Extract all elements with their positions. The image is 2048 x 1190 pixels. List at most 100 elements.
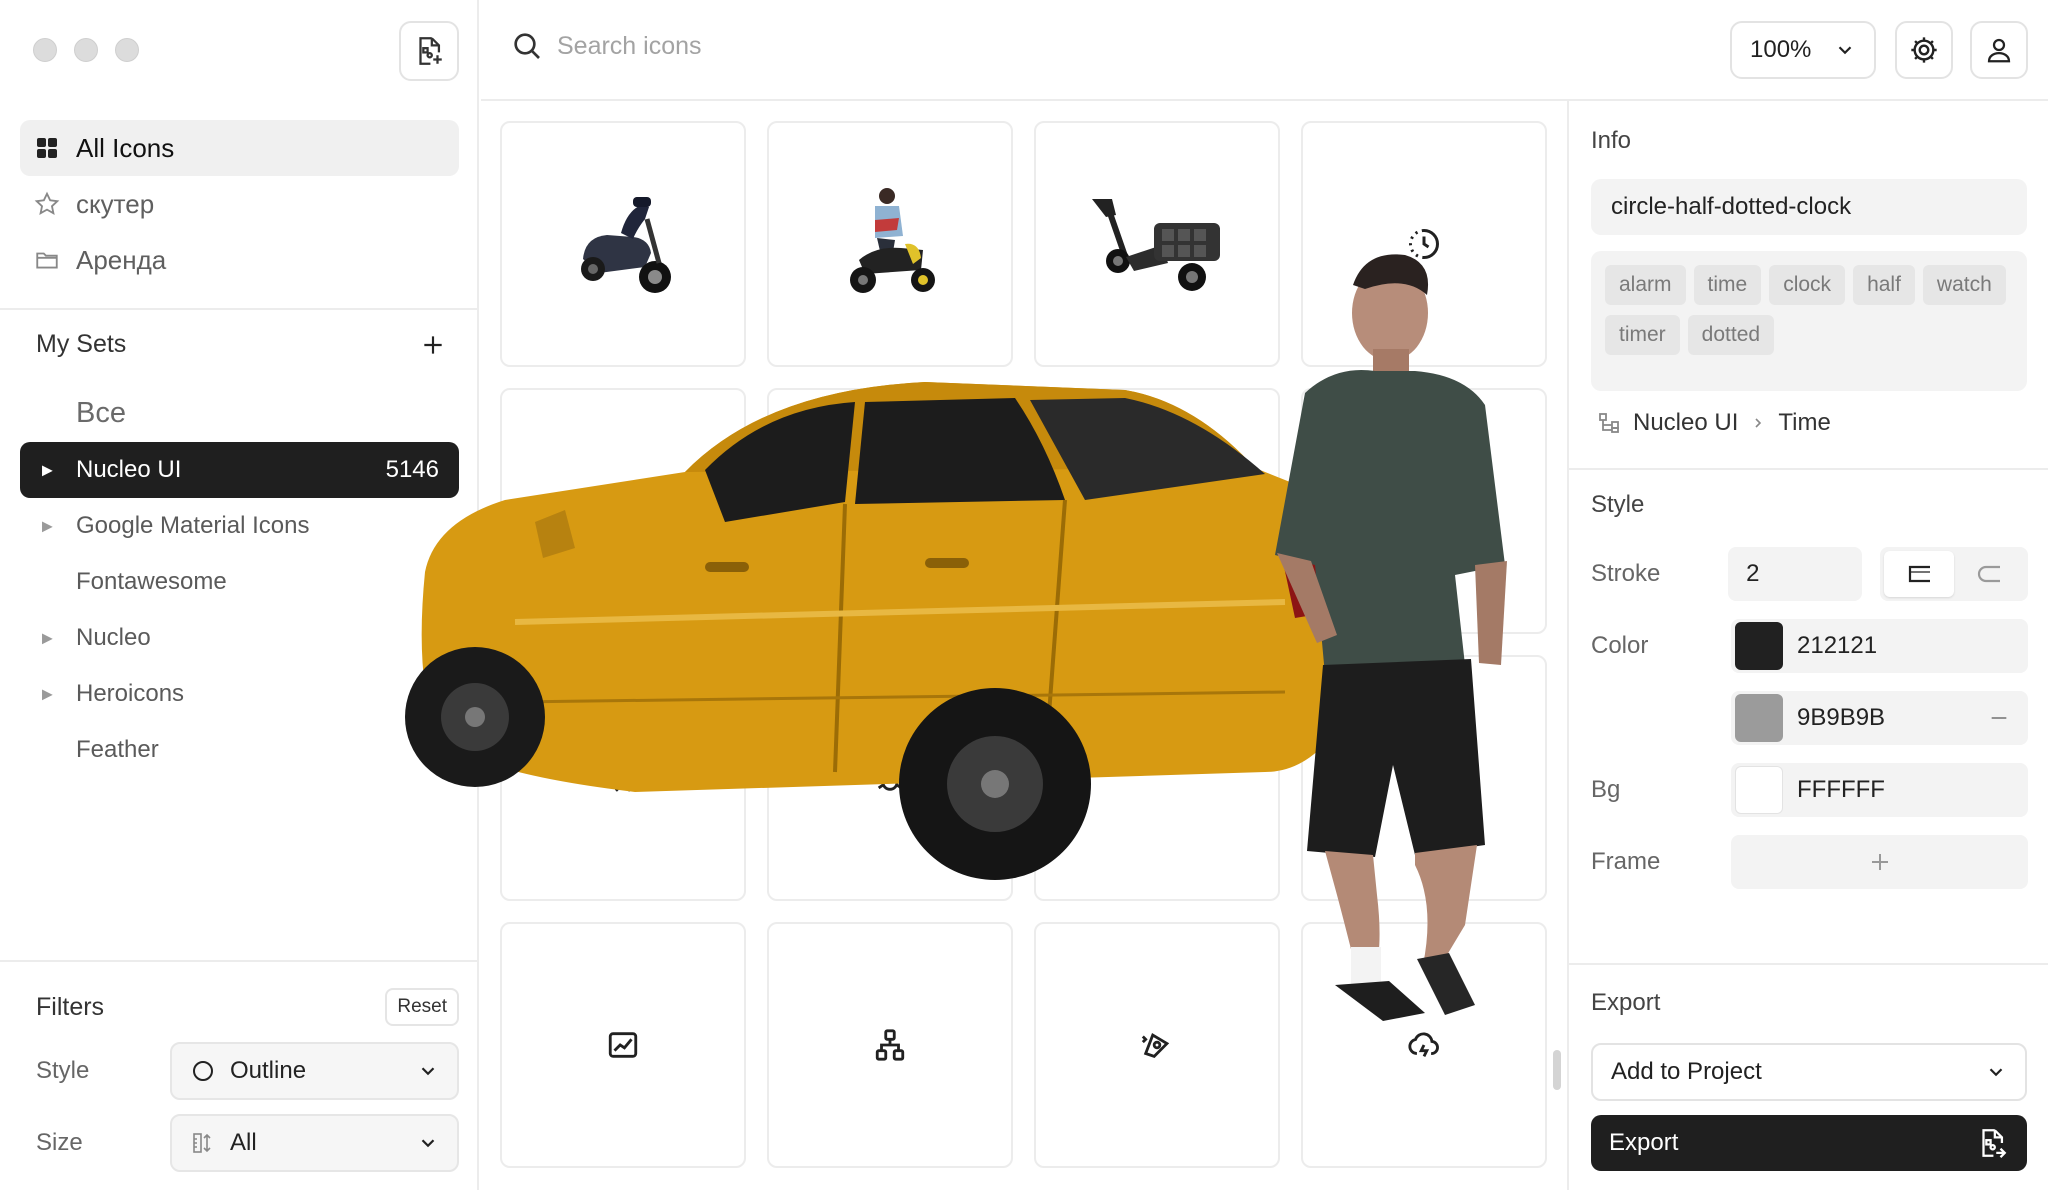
inspector-panel: Info circle-half-dotted-clock alarm time… [1567,101,2048,1190]
set-item-nucleo[interactable]: ▶ Nucleo [20,610,459,666]
circle-half-dotted-clock-icon [1409,229,1439,259]
set-item-all[interactable]: Все [20,384,459,442]
star-icon [34,191,60,217]
style-select[interactable]: Outline [170,1042,459,1100]
icon-tile[interactable] [767,121,1013,367]
round-cap-option[interactable] [1954,551,2024,597]
filters-title: Filters [36,992,105,1021]
plus-icon [1871,854,1888,870]
account-button[interactable] [1970,21,2028,79]
search-input[interactable] [557,31,1057,61]
export-button[interactable]: Export [1591,1115,2027,1171]
settings-button[interactable] [1895,21,1953,79]
icon-tile[interactable] [500,121,746,367]
nav-item-label: скутер [76,188,155,219]
icon-tile[interactable] [500,655,746,901]
cargo-scooter-image [1092,199,1220,291]
minimize-window-button[interactable] [74,38,98,62]
icon-tile[interactable] [1034,388,1280,634]
expand-arrow-icon[interactable]: ▶ [42,518,53,535]
stroke-input[interactable]: 2 [1728,547,1862,601]
icon-tile[interactable] [500,388,746,634]
size-select[interactable]: All [170,1114,459,1172]
hierarchy-icon [875,1029,905,1061]
export-target-value: Add to Project [1611,1058,1762,1085]
outline-circle-icon [190,1058,216,1084]
tag-chip[interactable]: watch [1922,265,2006,305]
icon-tile[interactable] [1034,121,1280,367]
icon-tile[interactable] [500,922,746,1168]
chart-frame-icon [608,1032,638,1058]
round-cap-icon [1977,565,2000,583]
filters-panel: Filters Reset Style Outline Size All [0,960,479,1190]
set-item-nucleo-ui[interactable]: ▶ Nucleo UI 5146 [20,442,459,498]
close-window-button[interactable] [33,38,57,62]
secondary-color-swatch[interactable] [1735,694,1783,742]
tag-chip[interactable]: clock [1769,265,1846,305]
pen-tool-icon [1141,1033,1170,1058]
tag-chip[interactable]: time [1693,265,1762,305]
expand-arrow-icon[interactable]: ▶ [42,630,53,647]
tag-chip[interactable]: alarm [1605,265,1686,305]
secondary-color-field[interactable]: 9B9B9B [1731,691,2028,745]
bg-label: Bg [1591,776,1621,803]
icon-tile[interactable] [1301,388,1547,634]
set-item-fontawesome[interactable]: Fontawesome [20,554,459,610]
set-item-heroicons[interactable]: ▶ Heroicons [20,666,459,722]
size-filter-row: Size All [36,1114,459,1172]
nav-item-scooter[interactable]: скутер [20,176,459,232]
nav-item-rental[interactable]: Аренда [20,232,459,288]
puzzle-icon [1408,762,1434,788]
icon-tile[interactable] [1301,922,1547,1168]
expand-arrow-icon[interactable]: ▶ [42,462,53,479]
icon-tile[interactable] [767,388,1013,634]
stroke-row: Stroke 2 [1591,547,2028,601]
nav-item-all-icons[interactable]: All Icons [20,120,459,176]
export-target-select[interactable]: Add to Project [1591,1043,2027,1101]
secondary-color-row: 9B9B9B [1591,691,2028,745]
icon-tile[interactable] [767,922,1013,1168]
zoom-select[interactable]: 100% [1730,21,1876,79]
tag-chip[interactable]: half [1853,265,1915,305]
add-frame-button[interactable] [1731,835,2028,889]
breadcrumb-category[interactable]: Time [1778,409,1830,437]
icon-tile[interactable] [767,655,1013,901]
primary-color-swatch[interactable] [1735,622,1783,670]
icon-tile[interactable] [1034,655,1280,901]
stroke-label: Stroke [1591,560,1661,587]
remove-color-icon[interactable] [1988,707,2010,729]
square-cap-option[interactable] [1884,551,1954,597]
reset-filters-button[interactable]: Reset [385,988,459,1026]
set-item-label: Nucleo UI [76,456,182,483]
icon-name-value: circle-half-dotted-clock [1611,193,1852,220]
icon-grid [500,121,1548,1190]
tag-chip[interactable]: timer [1605,315,1680,355]
set-item-feather[interactable]: Feather [20,722,459,778]
tag-chip[interactable]: dotted [1687,315,1775,355]
my-sets-title: My Sets [36,330,127,358]
divider [1569,963,2048,965]
divider [1569,468,2048,470]
maximize-window-button[interactable] [115,38,139,62]
bg-color-swatch[interactable] [1735,766,1783,814]
style-filter-row: Style Outline [36,1042,459,1100]
add-set-icon[interactable] [420,332,446,358]
set-item-label: Все [76,396,126,429]
bg-color-field[interactable]: FFFFFF [1731,763,2028,817]
icon-tile[interactable] [1034,922,1280,1168]
style-filter-label: Style [36,1057,90,1084]
icon-tile[interactable] [1301,655,1547,901]
primary-color-field[interactable]: 212121 [1731,619,2028,673]
chevron-down-icon [1838,46,1852,55]
icon-name-field[interactable]: circle-half-dotted-clock [1591,179,2027,235]
file-export-icon [1982,1129,2007,1158]
chevron-right-icon [1755,418,1762,428]
grid-scrollbar[interactable] [1553,1050,1561,1090]
breadcrumb-set[interactable]: Nucleo UI [1633,409,1738,437]
new-file-button[interactable] [399,21,459,81]
style-select-value: Outline [230,1057,307,1084]
icon-tile[interactable] [1301,121,1547,367]
set-item-google-material-icons[interactable]: ▶ Google Material Icons [20,498,459,554]
chevron-down-icon [421,1139,435,1148]
expand-arrow-icon[interactable]: ▶ [42,686,53,703]
